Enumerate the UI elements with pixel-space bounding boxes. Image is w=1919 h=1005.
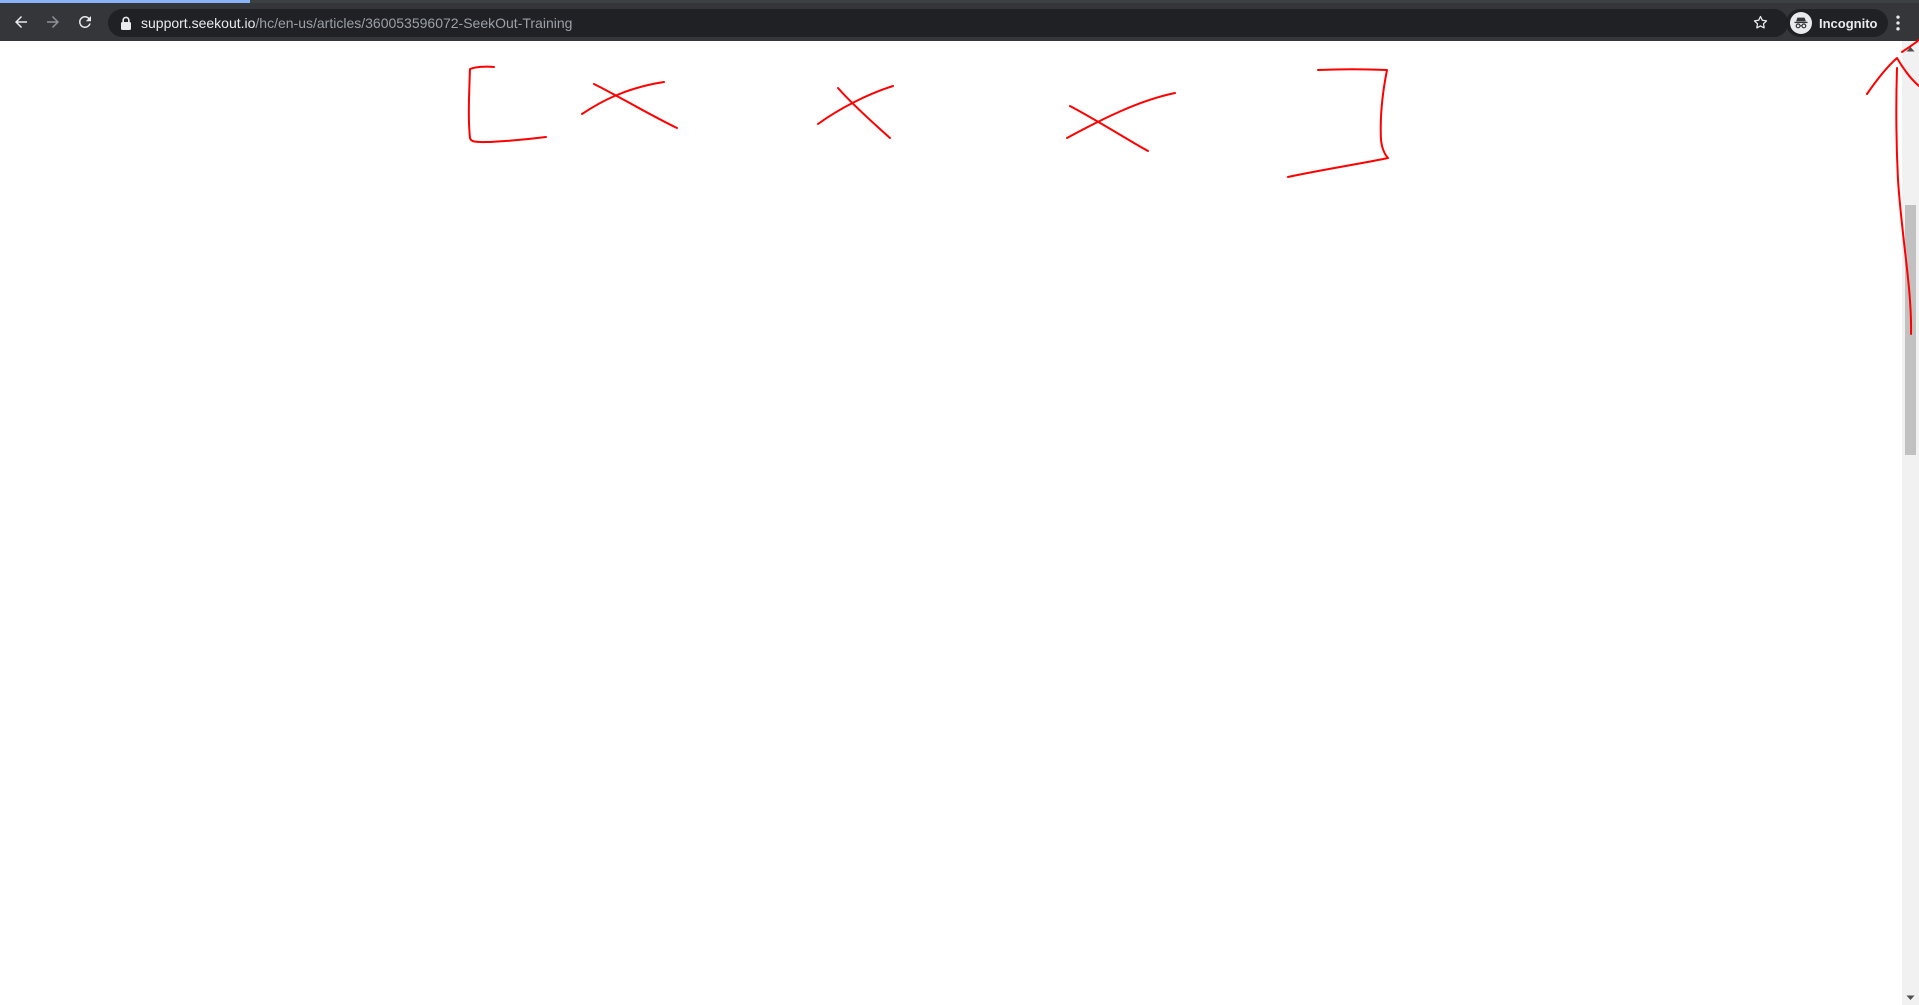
star-icon[interactable] — [1752, 14, 1769, 31]
browser-menu-button[interactable] — [1886, 11, 1910, 35]
url-path: /hc/en-us/articles/360053596072-SeekOut-… — [255, 15, 573, 31]
reload-button[interactable] — [72, 9, 98, 35]
scroll-down-icon[interactable] — [1905, 993, 1916, 1003]
reload-icon — [78, 15, 91, 28]
arrow-right-icon — [47, 16, 59, 28]
lock-icon — [121, 16, 131, 30]
incognito-icon — [1790, 12, 1812, 34]
incognito-profile-chip[interactable]: Incognito — [1786, 9, 1888, 37]
url-host: support.seekout.io — [141, 15, 256, 31]
back-button[interactable] — [8, 9, 34, 35]
page-content-blank — [0, 41, 1902, 1005]
arrow-left-icon — [15, 16, 27, 28]
kebab-menu-icon — [1896, 15, 1900, 31]
browser-toolbar: support.seekout.io/hc/en-us/articles/360… — [0, 3, 1919, 41]
profile-label: Incognito — [1819, 15, 1878, 31]
scroll-up-icon[interactable] — [1905, 44, 1916, 54]
url-text[interactable]: support.seekout.io/hc/en-us/articles/360… — [141, 9, 572, 37]
address-bar[interactable]: support.seekout.io/hc/en-us/articles/360… — [108, 9, 1788, 37]
scrollbar-thumb[interactable] — [1905, 205, 1916, 456]
vertical-scrollbar[interactable] — [1902, 41, 1919, 1005]
forward-button[interactable] — [40, 9, 66, 35]
